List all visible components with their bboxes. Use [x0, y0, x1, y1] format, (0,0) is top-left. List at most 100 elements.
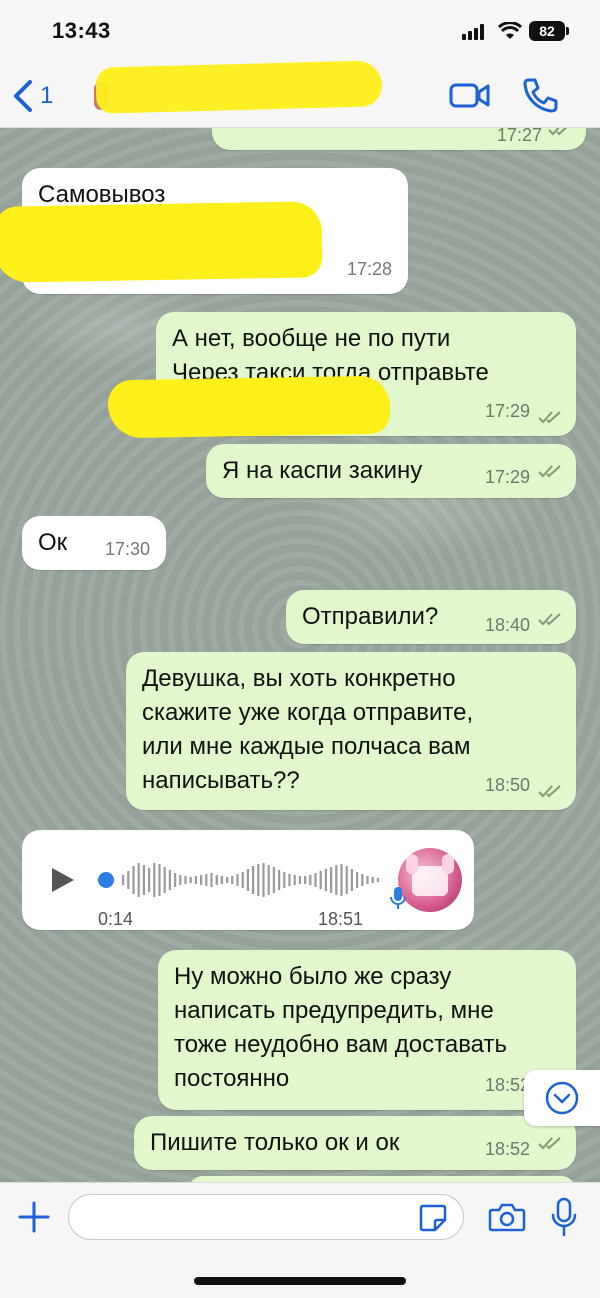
- video-call-icon[interactable]: [448, 78, 492, 112]
- camera-icon[interactable]: [488, 1201, 526, 1233]
- waveform-bar: [148, 868, 151, 892]
- message-time: 17:29: [484, 467, 530, 487]
- message-outgoing[interactable]: Ну можно было же сразу написать предупре…: [158, 950, 576, 1110]
- unread-count: 1: [40, 82, 54, 109]
- waveform-bar: [278, 870, 281, 890]
- plus-icon[interactable]: [16, 1199, 52, 1235]
- message-time: 17:28: [346, 259, 392, 279]
- scroll-to-bottom-button[interactable]: [524, 1070, 600, 1126]
- message-outgoing[interactable]: Я на каспи закину 17:29: [206, 444, 576, 498]
- waveform-bar: [288, 874, 291, 886]
- waveform-bar: [246, 869, 249, 891]
- message-time: 17:29: [484, 401, 530, 421]
- wifi-icon: [498, 22, 522, 39]
- text-redaction: [0, 201, 323, 283]
- waveform-bar: [163, 867, 166, 893]
- waveform-bar: [220, 876, 223, 884]
- waveform-bar: [179, 875, 182, 885]
- message-time: 18:52: [484, 1139, 530, 1159]
- waveform-bar: [122, 875, 125, 885]
- waveform-bar: [142, 865, 145, 895]
- waveform-bar: [168, 870, 171, 890]
- waveform-bar: [371, 877, 374, 883]
- waveform-bar: [252, 866, 255, 894]
- read-ticks-icon: [538, 465, 561, 478]
- waveform-bar: [210, 873, 213, 887]
- waveform-bar: [350, 869, 353, 891]
- waveform-bar: [324, 869, 327, 891]
- waveform-bar: [366, 876, 369, 884]
- message-time: 17:27: [496, 128, 542, 145]
- home-indicator[interactable]: [194, 1277, 406, 1285]
- waveform-bar: [189, 877, 192, 883]
- waveform-bar: [236, 874, 239, 886]
- message-incoming[interactable]: Ок 17:30: [22, 516, 166, 570]
- waveform-bar: [158, 864, 161, 896]
- message-time: 18:40: [484, 615, 530, 635]
- read-ticks-icon: [538, 785, 561, 798]
- message-outgoing[interactable]: 17:27: [212, 128, 586, 150]
- waveform-bar: [215, 875, 218, 885]
- waveform-bar: [257, 864, 260, 896]
- waveform-bar: [184, 876, 187, 884]
- phone-icon[interactable]: [520, 76, 560, 114]
- message-outgoing[interactable]: Девушка, вы хоть конкретно скажите уже к…: [126, 652, 576, 810]
- waveform-bar: [345, 866, 348, 894]
- waveform-bar: [200, 875, 203, 885]
- waveform-bar: [267, 865, 270, 895]
- waveform-bar: [335, 865, 338, 895]
- voice-duration: 0:14: [98, 909, 134, 929]
- waveform-bar: [174, 873, 177, 887]
- microphone-icon[interactable]: [550, 1197, 578, 1237]
- waveform-bar: [319, 871, 322, 889]
- message-time: 18:51: [318, 909, 364, 929]
- waveform-bar: [262, 863, 265, 897]
- message-input[interactable]: [68, 1194, 464, 1240]
- read-ticks-icon: [538, 613, 561, 626]
- waveform-bar: [309, 875, 312, 885]
- waveform-bar: [330, 867, 333, 893]
- waveform-bar: [376, 878, 379, 882]
- waveform-bar: [231, 876, 234, 884]
- waveform-bar: [205, 874, 208, 886]
- waveform-bar: [361, 874, 364, 886]
- waveform-bar: [153, 863, 156, 897]
- status-bar: 13:43 82: [0, 0, 600, 64]
- read-ticks-icon: [538, 411, 561, 424]
- waveform[interactable]: [120, 860, 380, 900]
- waveform-bar: [340, 864, 343, 896]
- text-redaction: [107, 375, 391, 439]
- contact-name-redaction[interactable]: [95, 60, 383, 114]
- waveform-bar: [304, 876, 307, 884]
- waveform-bar: [283, 872, 286, 888]
- waveform-bar: [272, 867, 275, 893]
- play-icon[interactable]: [52, 868, 74, 892]
- chat-area[interactable]: 17:27 Самовывоз 17:28 А нет, вообще не п…: [0, 128, 600, 1182]
- back-button[interactable]: 1: [12, 76, 53, 116]
- cellular-signal-icon: [462, 24, 490, 40]
- input-bar: [0, 1182, 600, 1298]
- waveform-bar: [226, 877, 229, 883]
- voice-message[interactable]: 0:14 18:51: [22, 830, 474, 930]
- status-time: 13:43: [52, 18, 111, 43]
- sticker-icon[interactable]: [418, 1203, 448, 1233]
- waveform-bar: [356, 872, 359, 888]
- playback-position-dot[interactable]: [98, 872, 114, 888]
- waveform-bar: [127, 871, 130, 889]
- chevron-down-icon: [545, 1081, 579, 1115]
- message-outgoing[interactable]: Пишите только ок и ок 18:52: [134, 1116, 576, 1170]
- waveform-bar: [137, 863, 140, 897]
- chat-header: 1: [0, 60, 600, 128]
- waveform-bar: [293, 875, 296, 885]
- waveform-bar: [298, 876, 301, 884]
- sender-avatar: [398, 848, 462, 912]
- waveform-bar: [132, 866, 135, 894]
- message-time: 17:30: [104, 539, 150, 559]
- message-outgoing[interactable]: Отправили? 18:40: [286, 590, 576, 644]
- read-ticks-icon: [538, 1137, 561, 1150]
- battery-icon: 82: [529, 21, 569, 41]
- microphone-icon: [390, 887, 406, 909]
- waveform-bar: [194, 876, 197, 884]
- waveform-bar: [314, 873, 317, 887]
- read-ticks-icon: [548, 128, 568, 136]
